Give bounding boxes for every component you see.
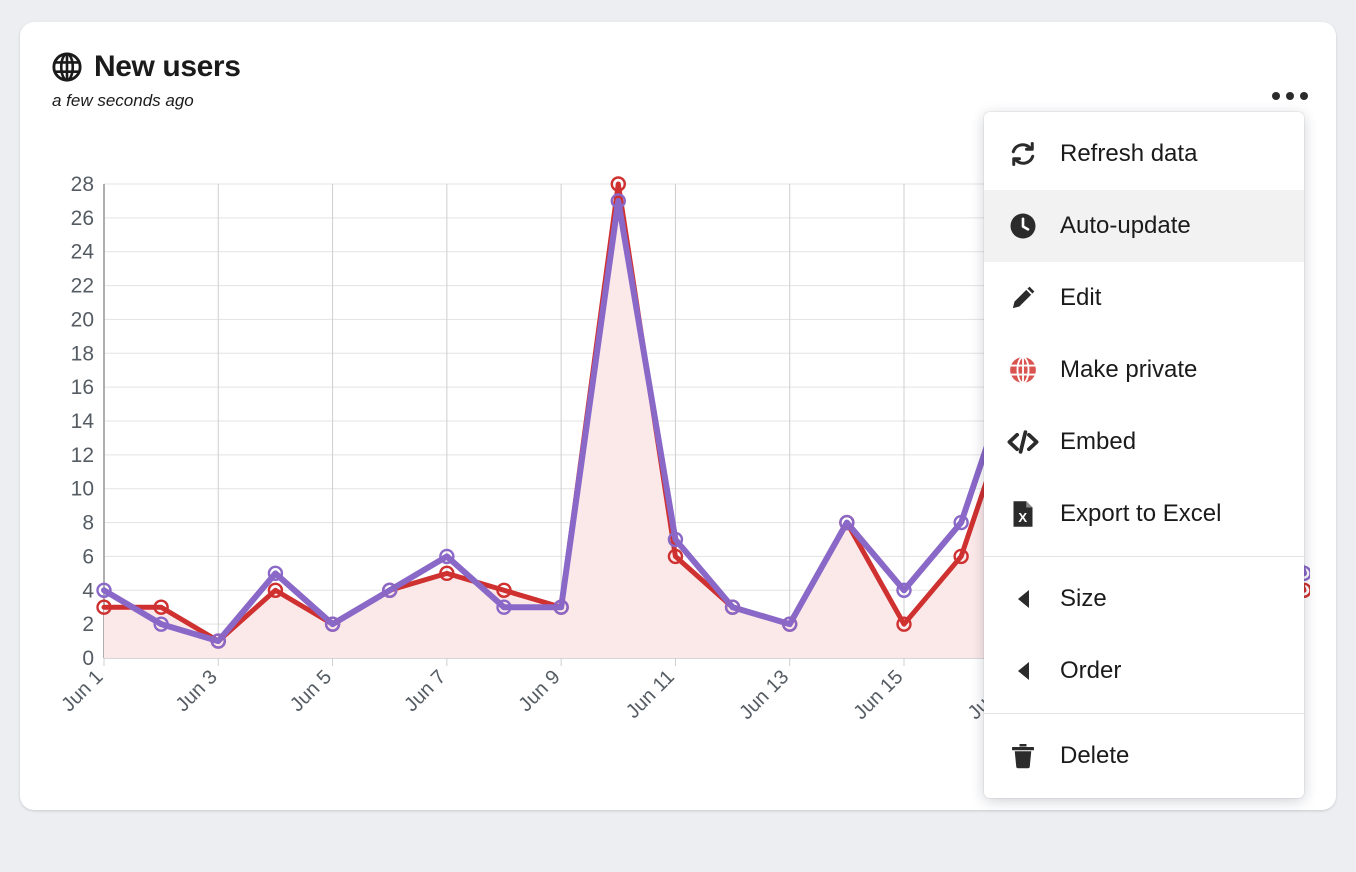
y-axis-tick-label: 18 [71,342,94,365]
menu-item-label: Delete [1060,744,1129,768]
caret-left-icon [1006,654,1040,688]
svg-text:X: X [1018,510,1027,525]
y-axis-tick-label: 14 [71,410,95,433]
screen: New users a few seconds ago 024681012141… [0,0,1356,872]
menu-item-order[interactable]: Order [984,635,1304,707]
menu-item-label: Embed [1060,430,1136,454]
menu-item-auto-update[interactable]: Auto-update [984,190,1304,262]
caret-left-icon [1018,590,1029,608]
menu-separator [984,556,1304,557]
menu-item-size[interactable]: Size [984,563,1304,635]
code-icon [1006,425,1040,459]
x-axis-tick-label: Jun 7 [400,666,450,716]
x-axis-tick-label: Jun 15 [850,666,908,724]
caret-left-icon [1018,662,1029,680]
menu-item-label: Edit [1060,286,1101,310]
y-axis-tick-label: 26 [71,207,94,230]
menu-item-label: Size [1060,587,1107,611]
x-axis-tick-label: Jun 9 [515,666,565,716]
x-axis-tick-label: Jun 5 [286,666,336,716]
y-axis-tick-label: 20 [71,308,94,331]
title-row: New users [52,52,1308,82]
menu-item-edit[interactable]: Edit [984,262,1304,334]
menu-item-refresh-data[interactable]: Refresh data [984,118,1304,190]
card-options-button[interactable] [1268,80,1312,112]
y-axis-tick-label: 12 [71,444,94,467]
clock-icon [1006,209,1040,243]
menu-item-delete[interactable]: Delete [984,720,1304,792]
excel-icon: X [1006,497,1040,531]
y-axis-tick-label: 24 [71,241,95,264]
menu-separator [984,713,1304,714]
menu-item-export-to-excel[interactable]: X Export to Excel [984,478,1304,550]
y-axis-tick-label: 4 [82,579,94,602]
menu-item-label: Auto-update [1060,214,1191,238]
x-axis-tick-label: Jun 3 [172,666,222,716]
last-updated-text: a few seconds ago [52,92,1308,109]
y-axis-tick-label: 10 [71,478,94,501]
menu-item-embed[interactable]: Embed [984,406,1304,478]
y-axis-tick-label: 16 [71,376,94,399]
card-context-menu[interactable]: Refresh data Auto-update Edit Make private E… [984,112,1304,798]
refresh-icon [1006,137,1040,171]
x-axis-tick-label: Jun 13 [735,666,793,724]
ellipsis-dot [1300,92,1308,100]
menu-item-label: Export to Excel [1060,502,1221,526]
page-title: New users [94,52,240,82]
globe-red-icon [1006,353,1040,387]
pencil-icon [1006,281,1040,315]
y-axis-tick-label: 6 [82,545,94,568]
y-axis-tick-label: 8 [82,512,94,535]
ellipsis-dot [1272,92,1280,100]
trash-icon [1006,739,1040,773]
x-axis-tick-label: Jun 11 [622,666,679,723]
caret-left-icon [1006,582,1040,616]
menu-item-label: Order [1060,659,1121,683]
globe-icon [52,52,82,82]
menu-item-label: Refresh data [1060,142,1197,166]
ellipsis-dot [1286,92,1294,100]
y-axis-tick-label: 2 [82,613,94,636]
menu-item-make-private[interactable]: Make private [984,334,1304,406]
x-axis-tick-label: Jun 1 [57,666,107,716]
y-axis-tick-label: 28 [71,173,94,196]
menu-item-label: Make private [1060,358,1197,382]
y-axis-tick-label: 22 [71,275,94,298]
